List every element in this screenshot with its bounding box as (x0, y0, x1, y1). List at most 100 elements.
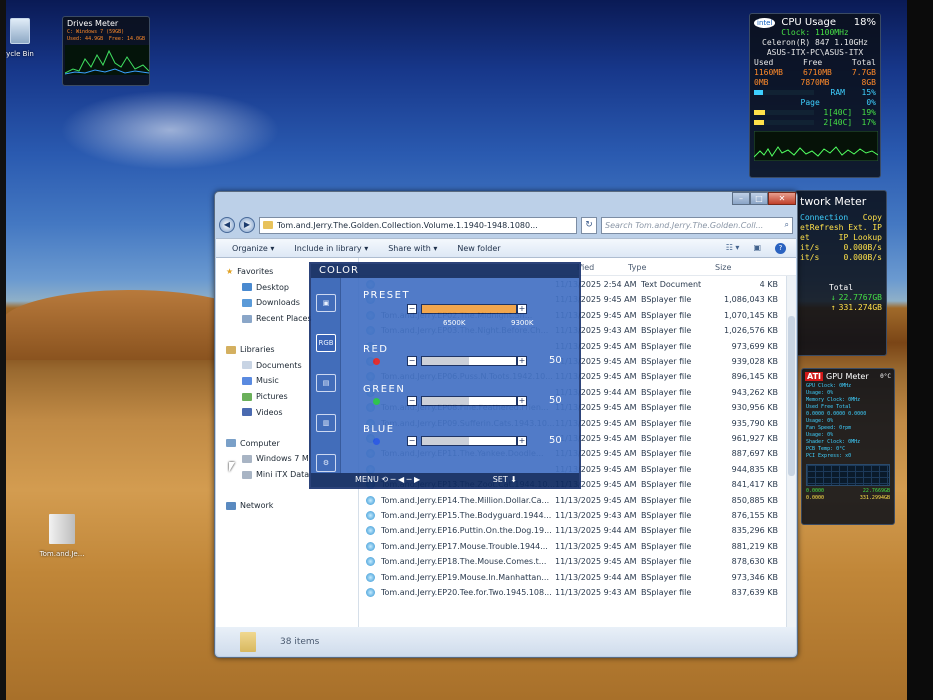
drives-meter-title: Drives Meter (67, 19, 119, 28)
network-meter-gadget[interactable]: twork Meter Connection Copy et Refresh E… (795, 190, 887, 356)
table-row[interactable]: Tom.and.Jerry.EP17.Mouse.Trouble.1944...… (359, 539, 796, 554)
refresh-icon[interactable]: ↻ (581, 216, 597, 234)
nav-videos-label: Videos (256, 407, 283, 417)
osd-red-plus[interactable]: + (517, 356, 527, 366)
network-upload-rate: 0.000B/s (843, 253, 882, 262)
gpu-line2: Usage: 0% (806, 390, 834, 396)
view-options-icon[interactable]: ☷ ▾ (726, 243, 740, 254)
gpu-graph (806, 464, 890, 486)
file-size: 841,417 KB (731, 480, 778, 490)
core1-bar-fill (754, 110, 766, 115)
bsplayer-file-icon (366, 541, 375, 551)
bsplayer-file-icon (366, 495, 375, 505)
refresh-ext-ip-link[interactable]: Refresh Ext. IP (810, 223, 882, 233)
osd-blue-minus[interactable]: − (407, 436, 417, 446)
osd-green-plus[interactable]: + (517, 396, 527, 406)
osd-tab-display-icon[interactable]: ▣ (316, 294, 336, 312)
gpu-line8: Usage: 0% (806, 432, 834, 438)
file-size: 961,927 KB (731, 434, 778, 443)
status-item-count: 38 items (280, 636, 320, 647)
osd-tab-settings-icon[interactable]: ⚙ (316, 454, 336, 472)
vertical-scrollbar[interactable] (786, 276, 796, 627)
organize-button[interactable]: Organize ▾ (232, 244, 274, 253)
gpu-temp: 0°C (880, 373, 891, 380)
file-type: BSplayer file (641, 572, 692, 582)
cpu-usage-gadget[interactable]: intel CPU Usage 18% Clock: 1100MHz Celer… (749, 13, 881, 178)
bsplayer-file-icon (366, 588, 375, 597)
bsplayer-file-icon (366, 511, 375, 520)
osd-blue-plus[interactable]: + (517, 436, 527, 446)
drives-meter-gadget[interactable]: Drives Meter C: Windows 7 (59GB) Used: 4… (62, 16, 150, 86)
osd-tab-menu-icon[interactable]: ▥ (316, 414, 336, 432)
col-type[interactable]: Type (628, 263, 646, 272)
nav-pictures-label: Pictures (256, 392, 288, 402)
network-copy-link[interactable]: Copy (863, 213, 882, 223)
share-with-button[interactable]: Share with ▾ (388, 244, 437, 253)
scrollbar-thumb[interactable] (788, 316, 795, 476)
file-size: 939,028 KB (731, 357, 778, 366)
nav-music-label: Music (256, 376, 279, 386)
osd-green-fill (422, 397, 469, 405)
folder-shortcut[interactable]: Tom.and.Je... (34, 514, 90, 558)
osd-red-slider[interactable] (421, 356, 517, 366)
help-icon[interactable]: ? (775, 242, 786, 254)
table-row[interactable]: Tom.and.Jerry.EP14.The.Million.Dollar.Ca… (359, 493, 796, 508)
osd-preset-label: PRESET (363, 290, 411, 301)
file-type: BSplayer file (641, 387, 692, 397)
osd-set-label: SET (492, 475, 508, 484)
osd-tab-picture-icon[interactable]: ▤ (316, 374, 336, 392)
table-row[interactable]: Tom.and.Jerry.EP15.The.Bodyguard.1944...… (359, 508, 796, 523)
nav-network[interactable]: Network (216, 498, 358, 514)
file-type: BSplayer file (641, 526, 692, 536)
network-r1a[interactable]: Connection (800, 213, 848, 223)
search-input[interactable]: Search Tom.and.Jerry.The.Golden.Coll... … (601, 216, 793, 234)
monitor-bezel-right (907, 0, 933, 700)
osd-preset-plus[interactable]: + (517, 304, 527, 314)
forward-arrow-icon[interactable]: ▶ (239, 217, 255, 233)
window-titlebar[interactable]: – □ ✕ (215, 192, 797, 216)
file-type: BSplayer file (641, 295, 692, 305)
cpu-history-graph (753, 130, 879, 162)
maximize-button[interactable]: □ (750, 192, 768, 205)
sky-cloud (60, 90, 280, 170)
osd-green-slider[interactable] (421, 396, 517, 406)
cpu-head-used: Used (754, 58, 774, 67)
monitor-osd-color-menu[interactable]: COLOR ▣ RGB ▤ ▥ ⚙ PRESET − + 6500K 9300K… (309, 262, 581, 489)
gpu-meter-gadget[interactable]: ATI GPU Meter 0°C GPU Clock: 0MHz Usage:… (801, 368, 895, 525)
ram-used: 1160MB (754, 68, 783, 77)
file-name: Tom.and.Jerry.EP18.The.Mouse.Comes.t... (381, 557, 547, 567)
ip-lookup-link[interactable]: IP Lookup (839, 233, 882, 243)
table-row[interactable]: Tom.and.Jerry.EP16.Puttin.On.the.Dog.19.… (359, 523, 796, 538)
gpu-line9: Shader Clock: 0MHz (806, 439, 861, 445)
osd-preset-minus[interactable]: − (407, 304, 417, 314)
include-in-library-button[interactable]: Include in library ▾ (294, 244, 368, 253)
osd-blue-slider[interactable] (421, 436, 517, 446)
table-row[interactable]: Tom.and.Jerry.EP18.The.Mouse.Comes.t... 1… (359, 554, 796, 569)
preview-pane-icon[interactable]: ▣ (753, 243, 761, 254)
cpu-usage-title: CPU Usage (781, 17, 837, 28)
file-type: BSplayer file (641, 310, 692, 320)
documents-icon (242, 361, 252, 370)
osd-set-icon: ⬇ (510, 475, 517, 484)
address-bar[interactable]: Tom.and.Jerry.The.Golden.Collection.Volu… (259, 216, 577, 234)
recycle-bin-shortcut[interactable]: ycle Bin (0, 18, 40, 58)
nav-favorites-label: Favorites (237, 267, 274, 277)
minimize-button[interactable]: – (732, 192, 750, 205)
gpu-line7: Fan Speed: 0rpm (806, 425, 852, 431)
file-type: BSplayer file (641, 557, 692, 567)
osd-red-minus[interactable]: − (407, 356, 417, 366)
table-row[interactable]: Tom.and.Jerry.EP19.Mouse.In.Manhattan...… (359, 570, 796, 585)
cpu-clock: Clock: 1100MHz (781, 28, 849, 37)
osd-tab-color-icon[interactable]: RGB (316, 334, 336, 352)
close-button[interactable]: ✕ (768, 192, 796, 205)
osd-green-minus[interactable]: − (407, 396, 417, 406)
table-row[interactable]: Tom.and.Jerry.EP20.Tee.for.Two.1945.108.… (359, 585, 796, 600)
monitor-bezel-left (0, 0, 6, 700)
file-date: 11/13/2025 9:45 AM (555, 495, 637, 505)
network-r3a: et (800, 233, 810, 242)
osd-preset-slider[interactable] (421, 304, 517, 314)
col-size[interactable]: Size (715, 263, 731, 272)
new-folder-button[interactable]: New folder (457, 244, 500, 253)
back-arrow-icon[interactable]: ◀ (219, 217, 235, 233)
file-type: BSplayer file (641, 418, 692, 428)
